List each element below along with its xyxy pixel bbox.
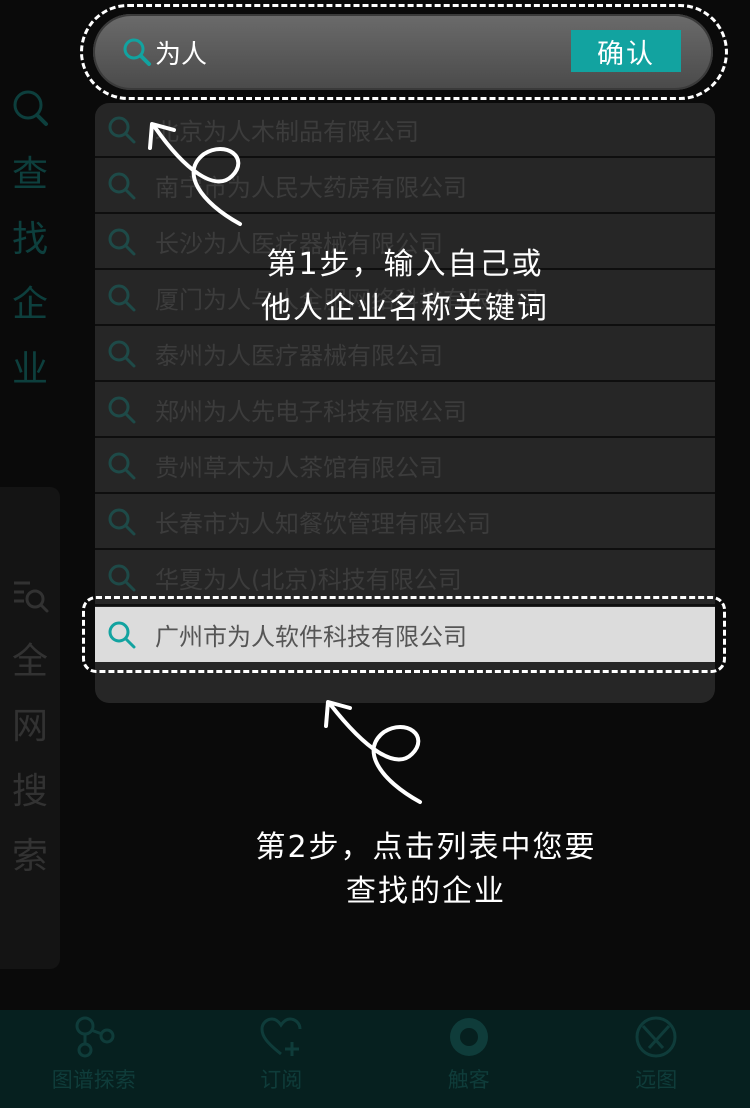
graph-nodes-icon — [75, 1016, 115, 1058]
hint-line: 第2步，点击列表中您要 — [255, 830, 597, 865]
list-item-label: 郑州为人先电子科技有限公司 — [155, 398, 467, 426]
hint-step-1: 第1步，输入自己或 他人企业名称关键词 — [200, 243, 610, 331]
app-screen: 查 找 企 业 全 网 搜 索 北京为人木制品有限公司 南宁市为人民大药房有限公… — [0, 0, 750, 1108]
search-icon — [108, 116, 136, 143]
nav-item-graph-explore[interactable]: 图谱探索 — [0, 1010, 188, 1108]
list-item-label: 贵州草木为人茶馆有限公司 — [155, 454, 443, 482]
search-icon — [108, 396, 136, 423]
bottom-nav: 图谱探索 订阅 触客 远图 — [0, 1010, 750, 1108]
hint-step-2: 第2步，点击列表中您要 查找的企业 — [200, 826, 652, 914]
list-item-label: 泰州为人医疗器械有限公司 — [155, 342, 443, 370]
sidebar-tab-find-company[interactable]: 查 找 企 业 — [0, 88, 60, 402]
nav-label: 触客 — [447, 1068, 490, 1092]
search-icon — [13, 90, 48, 126]
list-item[interactable]: 郑州为人先电子科技有限公司 — [95, 383, 715, 438]
search-icon — [108, 172, 136, 199]
nav-item-contact[interactable]: 触客 — [375, 1010, 563, 1108]
sidebar-label-char: 查 — [11, 154, 48, 195]
search-icon — [108, 228, 136, 255]
search-icon — [108, 340, 136, 367]
highlight-outline-result — [82, 596, 726, 673]
nav-label: 订阅 — [260, 1068, 303, 1092]
sidebar-label-char: 搜 — [11, 771, 48, 812]
sidebar-label-char: 网 — [11, 706, 48, 747]
sidebar-label-char: 企 — [11, 284, 48, 325]
sidebar-label-char: 业 — [11, 349, 48, 390]
curly-arrow-icon — [148, 122, 242, 226]
heart-plus-icon — [260, 1017, 302, 1056]
hint-line: 他人企业名称关键词 — [261, 291, 549, 326]
curly-arrow-icon — [324, 700, 422, 804]
hint-line: 查找的企业 — [346, 874, 506, 909]
nav-label: 图谱探索 — [51, 1068, 136, 1092]
list-item[interactable]: 长春市为人知餐饮管理有限公司 — [95, 495, 715, 550]
list-item-label: 长春市为人知餐饮管理有限公司 — [155, 510, 491, 538]
highlight-outline-search — [80, 4, 728, 100]
nav-item-subscribe[interactable]: 订阅 — [188, 1010, 376, 1108]
list-item-label: 华夏为人(北京)科技有限公司 — [155, 566, 462, 594]
sidebar-label-char: 全 — [11, 641, 48, 682]
aperture-icon — [635, 1016, 677, 1058]
nav-label: 远图 — [635, 1068, 678, 1092]
search-icon — [108, 452, 136, 479]
hint-line: 第1步，输入自己或 — [266, 247, 544, 282]
list-item[interactable]: 泰州为人医疗器械有限公司 — [95, 327, 715, 382]
search-icon — [108, 564, 136, 591]
search-icon — [108, 284, 136, 311]
sidebar-label-char: 找 — [11, 219, 48, 260]
nav-item-far-map[interactable]: 远图 — [563, 1010, 750, 1108]
target-circle-icon — [449, 1018, 488, 1056]
doc-search-icon — [14, 581, 49, 613]
search-icon — [108, 508, 136, 535]
list-item[interactable]: 贵州草木为人茶馆有限公司 — [95, 439, 715, 494]
sidebar-tab-web-search[interactable]: 全 网 搜 索 — [0, 487, 60, 969]
sidebar-label-char: 索 — [11, 836, 48, 877]
